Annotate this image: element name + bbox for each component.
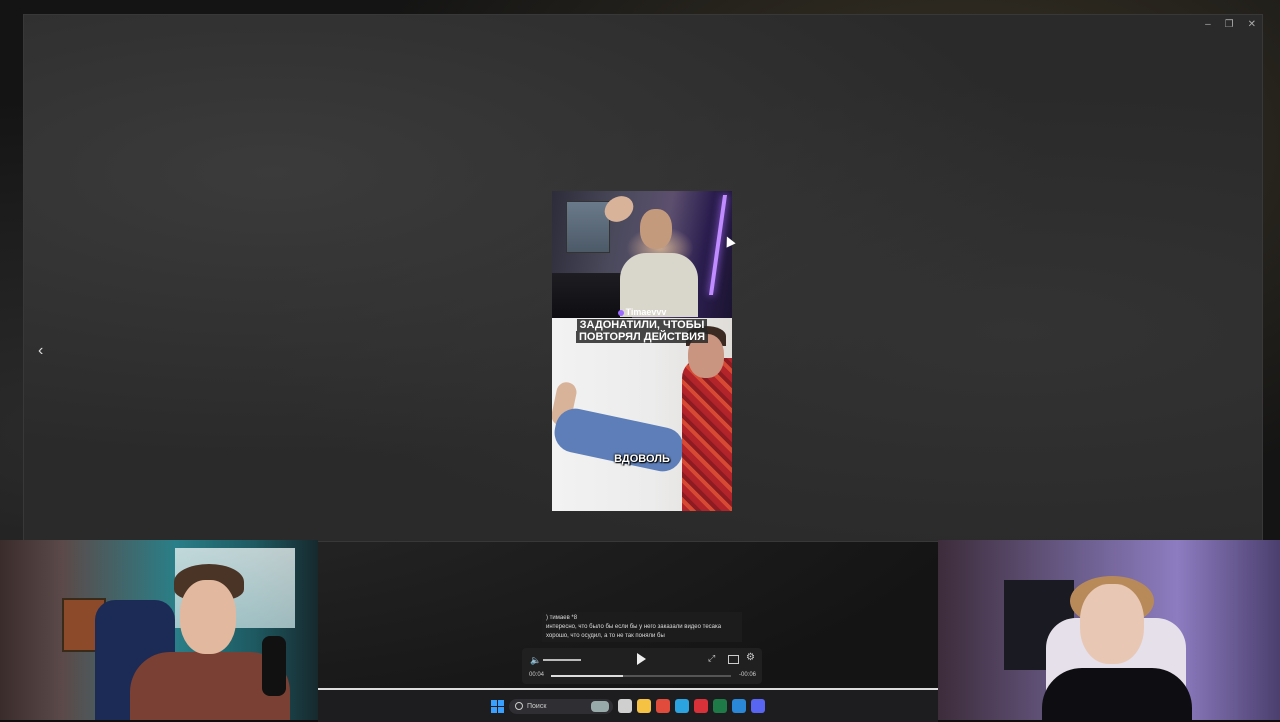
twitch-icon — [617, 309, 624, 316]
picture-in-picture-icon[interactable] — [728, 655, 739, 664]
webcam-right — [938, 540, 1280, 720]
search-placeholder: Поиск — [527, 702, 547, 710]
comment-author: ) тимаев *8 — [546, 615, 578, 621]
telegram-icon[interactable] — [675, 699, 689, 713]
settings-gear-icon[interactable]: ⚙ — [746, 652, 755, 663]
progress-fill — [551, 675, 623, 677]
chrome-icon[interactable] — [656, 699, 670, 713]
excel-icon[interactable] — [713, 699, 727, 713]
time-remaining: -00:06 — [738, 672, 756, 678]
play-button[interactable] — [637, 653, 646, 665]
maximize-icon[interactable]: ❐ — [1225, 19, 1234, 30]
shelf-shape — [566, 201, 610, 253]
video-bottom-scene — [552, 318, 732, 511]
streamer-head — [640, 209, 672, 249]
comment-line-2: хорошо, что осудил, а то не так поняли б… — [546, 633, 665, 639]
comment-popup: ) тимаев *8 интересно, что было бы если … — [542, 612, 742, 642]
edge-icon[interactable] — [732, 699, 746, 713]
task-view-icon[interactable] — [618, 699, 632, 713]
webcam-right-person-head — [1080, 584, 1144, 664]
taskbar-items: Поиск — [318, 698, 938, 714]
player-controls: 🔈 ⤢ ⚙ 00:04 -00:06 — [522, 648, 762, 684]
channel-tag-text: Timaevvv — [625, 307, 667, 317]
video-caption-top: ЗАДОНАТИЛИ, ЧТОБЫ ПОВТОРЯЛ ДЕЙСТВИЯ — [570, 319, 714, 343]
search-icon — [515, 702, 523, 710]
opera-icon[interactable] — [694, 699, 708, 713]
discord-icon[interactable] — [751, 699, 765, 713]
video-top-scene: Timaevvv — [552, 191, 732, 318]
webcam-right-person-body — [1042, 668, 1192, 720]
video-caption-middle: ВДОВОЛЬ — [614, 453, 670, 465]
woman-scarf — [682, 358, 732, 511]
caption-top-text: ЗАДОНАТИЛИ, ЧТОБЫ ПОВТОРЯЛ ДЕЙСТВИЯ — [576, 319, 708, 343]
video-player[interactable]: Timaevvv ЗАДОНАТИЛИ, ЧТОБЫ ПОВТОРЯЛ ДЕЙС… — [552, 191, 732, 511]
webcam-left-person-head — [180, 580, 236, 654]
windows-start-icon[interactable] — [491, 699, 504, 713]
minimize-icon[interactable]: – — [1205, 19, 1211, 30]
webcam-left-microphone — [262, 636, 286, 696]
close-icon[interactable]: ✕ — [1248, 19, 1256, 30]
volume-icon[interactable]: 🔈 — [530, 655, 541, 666]
taskbar: Поиск — [318, 688, 938, 722]
taskbar-search[interactable]: Поиск — [509, 698, 613, 714]
channel-tag: Timaevvv — [552, 307, 732, 317]
window-controls: – ❐ ✕ — [1205, 19, 1256, 30]
progress-bar[interactable] — [551, 675, 731, 677]
time-current: 00:04 — [529, 672, 545, 678]
volume-slider[interactable] — [543, 659, 581, 661]
neon-light — [708, 195, 728, 295]
file-explorer-icon[interactable] — [637, 699, 651, 713]
chevron-left-icon[interactable]: ‹ — [38, 341, 54, 361]
comment-line-1: интересно, что было бы если бы у него за… — [546, 624, 722, 630]
webcam-left — [0, 540, 318, 720]
fullscreen-icon[interactable]: ⤢ — [708, 653, 715, 664]
search-highlight-icon — [591, 700, 609, 712]
